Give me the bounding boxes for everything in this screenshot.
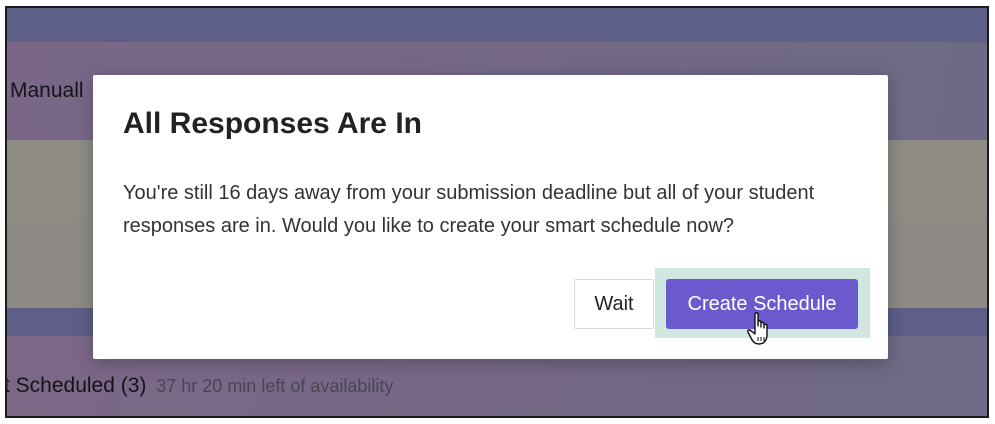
modal-title: All Responses Are In bbox=[123, 107, 422, 140]
modal-body: You're still 16 days away from your subm… bbox=[123, 182, 815, 237]
create-schedule-button[interactable]: Create Schedule bbox=[666, 279, 858, 329]
responses-modal: All Responses Are In You're still 16 day… bbox=[93, 75, 888, 359]
scheduled-count-label: rt Scheduled (3) bbox=[5, 374, 147, 397]
background-scheduled-heading: rt Scheduled (3) 37 hr 20 min left of av… bbox=[5, 374, 394, 398]
header-band bbox=[7, 8, 987, 42]
wait-button[interactable]: Wait bbox=[574, 279, 654, 329]
background-manually-label: Manuall bbox=[10, 79, 84, 102]
availability-label: 37 hr 20 min left of availability bbox=[156, 376, 394, 396]
